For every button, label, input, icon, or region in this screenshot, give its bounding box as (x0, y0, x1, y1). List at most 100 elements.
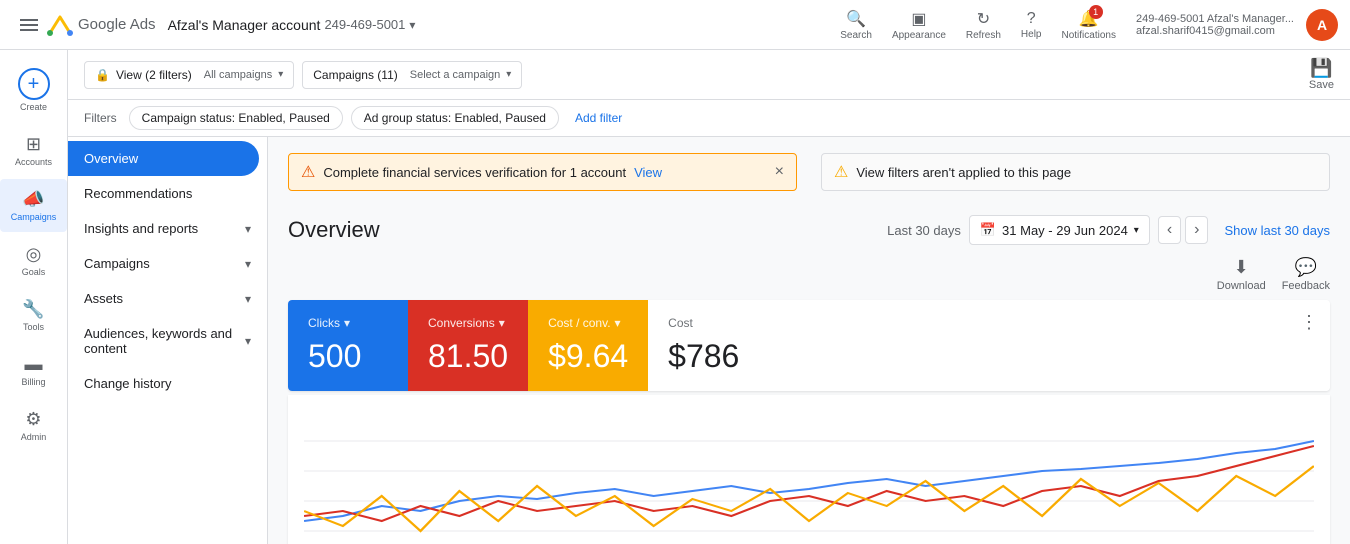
more-options-icon[interactable]: ⋮ (1300, 312, 1318, 333)
refresh-action[interactable]: ↻ Refresh (958, 5, 1009, 45)
feedback-button[interactable]: 💬 Feedback (1282, 257, 1330, 292)
nav-item-audiences[interactable]: Audiences, keywords and content ▾ (68, 316, 267, 366)
admin-icon: ⚙ (25, 409, 41, 430)
user-account-info: 249-469-5001 Afzal's Manager... afzal.sh… (1136, 13, 1294, 37)
sidebar-item-admin[interactable]: ⚙ Admin (0, 399, 67, 452)
sidebar: + Create ⊞ Accounts 📣 Campaigns ◎ Goals … (0, 50, 68, 544)
sidebar-item-accounts[interactable]: ⊞ Accounts (0, 124, 67, 177)
campaigns-nav-chevron-icon: ▾ (245, 257, 251, 271)
show-last-button[interactable]: Show last 30 days (1224, 223, 1330, 238)
google-logo-svg (46, 11, 74, 39)
prev-period-button[interactable]: ‹ (1158, 216, 1181, 244)
campaigns-count-label: Campaigns (11) (313, 68, 397, 82)
campaigns-icon: 📣 (22, 189, 44, 210)
lock-icon: 🔒 (95, 68, 110, 82)
overview-title: Overview (288, 217, 380, 243)
google-ads-logo (46, 11, 74, 39)
app-container: Google Ads Afzal's Manager account 249-4… (0, 0, 1350, 544)
page-content: ⚠ Complete financial services verificati… (268, 137, 1350, 544)
assets-chevron-icon: ▾ (245, 292, 251, 306)
metrics-container: Clicks ▾ 500 Conversions ▾ 81.50 (288, 300, 1330, 391)
view-filter-button[interactable]: 🔒 View (2 filters) All campaigns ▾ (84, 61, 294, 89)
main-area: + Create ⊞ Accounts 📣 Campaigns ◎ Goals … (0, 50, 1350, 544)
sidebar-item-campaigns[interactable]: 📣 Campaigns (0, 179, 67, 232)
conversions-chevron-icon: ▾ (499, 316, 505, 330)
goals-icon: ◎ (26, 244, 42, 265)
clicks-chevron-icon: ▾ (344, 316, 350, 330)
nav-item-assets[interactable]: Assets ▾ (68, 281, 267, 316)
save-button[interactable]: 💾 Save (1309, 58, 1334, 91)
nav-item-campaigns[interactable]: Campaigns ▾ (68, 246, 267, 281)
add-filter-button[interactable]: Add filter (567, 107, 630, 129)
notification-icon-wrapper: 🔔 1 (1079, 9, 1099, 29)
nav-item-overview[interactable]: Overview (68, 141, 259, 176)
sidebar-item-goals[interactable]: ◎ Goals (0, 234, 67, 287)
date-range-controls: Last 30 days 📅 31 May - 29 Jun 2024 ▾ ‹ … (887, 215, 1330, 245)
campaign-select-button[interactable]: Campaigns (11) Select a campaign ▾ (302, 61, 522, 89)
content-area: 🔒 View (2 filters) All campaigns ▾ Campa… (68, 50, 1350, 544)
sidebar-item-tools[interactable]: 🔧 Tools (0, 289, 67, 342)
appearance-action[interactable]: ▣ Appearance (884, 5, 954, 45)
audiences-chevron-icon: ▾ (245, 334, 251, 348)
next-period-button[interactable]: › (1185, 216, 1208, 244)
tools-icon: 🔧 (22, 299, 44, 320)
hamburger-menu[interactable] (12, 8, 46, 42)
feedback-icon: 💬 (1295, 257, 1317, 278)
nav-item-insights[interactable]: Insights and reports ▾ (68, 211, 267, 246)
filter-alert: ⚠ View filters aren't applied to this pa… (821, 153, 1330, 191)
help-icon: ? (1027, 10, 1036, 28)
campaign-select-chevron: ▾ (506, 69, 511, 80)
top-actions: 🔍 Search ▣ Appearance ↻ Refresh ? Help 🔔… (832, 5, 1338, 45)
metric-cost[interactable]: Cost $786 ⋮ (648, 300, 1330, 391)
logo-text: Google Ads (78, 16, 156, 33)
metric-conversions[interactable]: Conversions ▾ 81.50 (408, 300, 528, 391)
notification-badge: 1 (1089, 5, 1103, 19)
user-avatar[interactable]: A (1306, 9, 1338, 41)
download-button[interactable]: ⬇ Download (1217, 257, 1266, 292)
sub-nav-left: 🔒 View (2 filters) All campaigns ▾ Campa… (84, 61, 522, 89)
notifications-action[interactable]: 🔔 1 Notifications (1053, 5, 1123, 45)
performance-chart (304, 411, 1314, 544)
calendar-icon: 📅 (980, 222, 996, 238)
view-filter-label: View (2 filters) (116, 68, 192, 82)
view-filter-chevron: ▾ (278, 69, 283, 80)
cost-conv-label: Cost / conv. ▾ (548, 316, 628, 330)
filter-chip-adgroup-status[interactable]: Ad group status: Enabled, Paused (351, 106, 559, 130)
sidebar-item-billing[interactable]: ▬ Billing (0, 344, 67, 397)
nav-item-change-history[interactable]: Change history (68, 366, 267, 401)
account-name[interactable]: Afzal's Manager account 249-469-5001 ▾ (168, 17, 416, 33)
save-icon: 💾 (1310, 58, 1332, 79)
alert-view-link[interactable]: View (634, 165, 662, 180)
overview-header: Overview Last 30 days 📅 31 May - 29 Jun … (288, 215, 1330, 245)
appearance-icon: ▣ (911, 9, 926, 29)
help-action[interactable]: ? Help (1013, 6, 1050, 44)
top-bar: Google Ads Afzal's Manager account 249-4… (0, 0, 1350, 50)
warning-triangle-icon: ⚠ (834, 162, 848, 182)
date-picker-chevron: ▾ (1134, 225, 1139, 236)
metric-cost-conv[interactable]: Cost / conv. ▾ $9.64 (528, 300, 648, 391)
sidebar-item-create[interactable]: + Create (0, 58, 67, 122)
refresh-icon: ↻ (977, 9, 990, 29)
date-picker-button[interactable]: 📅 31 May - 29 Jun 2024 ▾ (969, 215, 1150, 245)
all-campaigns-label: All campaigns (204, 69, 272, 81)
cost-conv-value: $9.64 (548, 338, 628, 375)
left-nav: Overview Recommendations Insights and re… (68, 137, 268, 544)
alert-close-button[interactable]: × (775, 163, 784, 181)
content-main: Overview Recommendations Insights and re… (68, 137, 1350, 544)
billing-icon: ▬ (25, 354, 43, 375)
conversions-value: 81.50 (428, 338, 508, 375)
alert-warning-icon: ⚠ (301, 162, 315, 182)
accounts-icon: ⊞ (26, 134, 41, 155)
metric-clicks[interactable]: Clicks ▾ 500 (288, 300, 408, 391)
filter-chip-campaign-status[interactable]: Campaign status: Enabled, Paused (129, 106, 343, 130)
create-icon: + (18, 68, 50, 100)
alert-row: ⚠ Complete financial services verificati… (288, 153, 1330, 203)
actions-row: ⬇ Download 💬 Feedback (288, 257, 1330, 292)
search-action[interactable]: 🔍 Search (832, 5, 880, 45)
cost-label: Cost (668, 316, 1310, 330)
search-icon: 🔍 (846, 9, 866, 29)
download-icon: ⬇ (1234, 257, 1249, 278)
conversions-label: Conversions ▾ (428, 316, 508, 330)
nav-item-recommendations[interactable]: Recommendations (68, 176, 267, 211)
filters-bar: Filters Campaign status: Enabled, Paused… (68, 100, 1350, 137)
